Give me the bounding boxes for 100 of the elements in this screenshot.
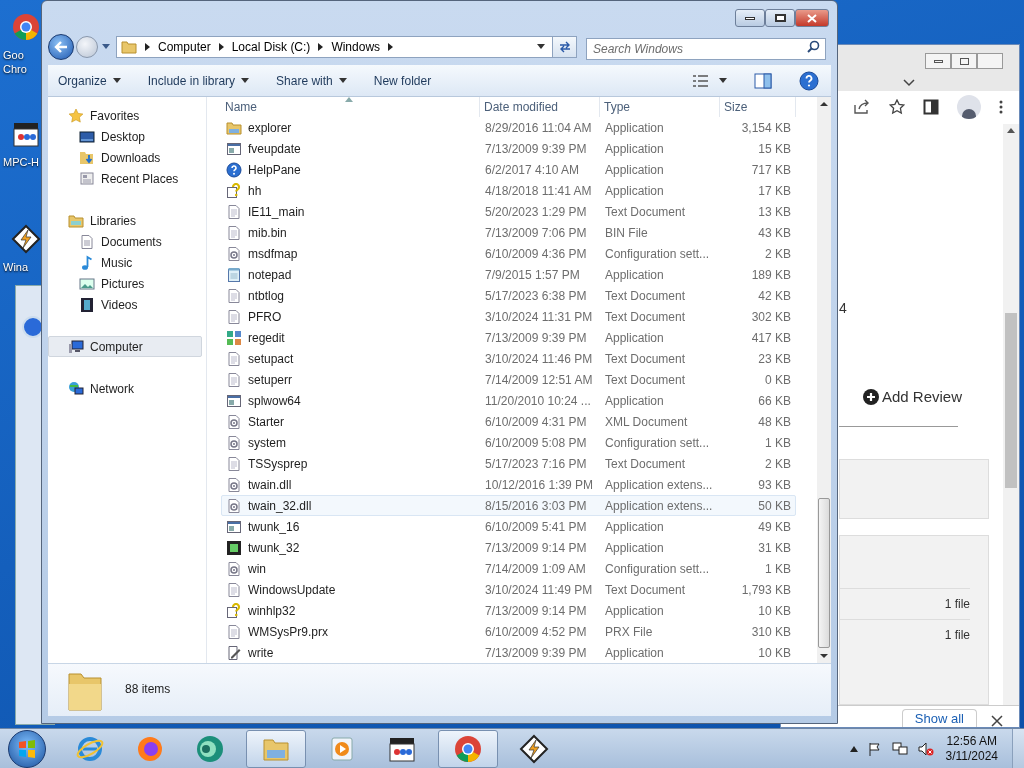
date-modified: 5/17/2023 6:38 PM xyxy=(484,287,588,305)
nav-item[interactable]: Music xyxy=(48,252,202,273)
file-row[interactable]: WindowsUpdate 3/10/2024 11:49 PM Text Document 1,793 KB xyxy=(221,579,796,600)
nav-item[interactable]: Desktop xyxy=(48,126,202,147)
back-button[interactable] xyxy=(48,34,74,60)
file-type: Application xyxy=(604,266,665,284)
file-row[interactable]: TSSysprep 5/17/2023 7:16 PM Text Document 2 KB xyxy=(221,453,796,474)
side-panel-icon[interactable] xyxy=(923,99,939,116)
help-icon xyxy=(226,161,242,178)
file-row[interactable]: PFRO 3/10/2024 11:31 PM Text Document 302 KB xyxy=(221,306,796,327)
column-header[interactable]: Type xyxy=(600,97,720,117)
profile-avatar[interactable] xyxy=(957,95,981,120)
file-row[interactable]: twain.dll 10/12/2016 1:39 PM Application extens... 93 KB xyxy=(221,474,796,495)
nav-item[interactable]: Computer xyxy=(48,336,202,357)
file-row[interactable]: splwow64 11/20/2010 10:24 ... Application 66 KB xyxy=(221,390,796,411)
nav-item[interactable]: Downloads xyxy=(48,147,202,168)
nav-item[interactable]: Favorites xyxy=(48,105,202,126)
file-row[interactable]: hh 4/18/2018 11:41 AM Application 17 KB xyxy=(221,180,796,201)
breadcrumb[interactable]: Windows xyxy=(331,38,381,56)
file-row[interactable]: Starter 6/10/2009 4:31 PM XML Document 48 KB xyxy=(221,411,796,432)
file-row[interactable]: twunk_32 7/13/2009 9:14 PM Application 31 KB xyxy=(221,537,796,558)
toolbar-button[interactable]: New folder xyxy=(373,71,432,90)
file-count: 1 file xyxy=(944,596,970,614)
chrome-icon xyxy=(10,12,41,42)
file-row[interactable]: win 7/14/2009 1:09 AM Configuration sett... 1 KB xyxy=(221,558,796,579)
nav-item[interactable]: Videos xyxy=(48,294,202,315)
file-row[interactable]: system 6/10/2009 5:08 PM Configuration sett... 1 KB xyxy=(221,432,796,453)
network-icon[interactable] xyxy=(891,741,908,756)
lightning-icon xyxy=(519,733,549,764)
share-icon[interactable] xyxy=(853,99,871,116)
column-header[interactable]: Date modified xyxy=(480,97,600,117)
refresh-button[interactable] xyxy=(553,36,577,58)
show-all-button[interactable]: Show all xyxy=(901,709,977,727)
toolbar-button[interactable]: Organize xyxy=(58,71,121,90)
view-list-icon[interactable] xyxy=(692,73,710,88)
nav-item[interactable]: Pictures xyxy=(48,273,202,294)
flag-icon[interactable] xyxy=(867,741,882,756)
volume-muted-icon[interactable] xyxy=(917,741,934,756)
chevron-right-icon[interactable] xyxy=(218,43,224,51)
file-row[interactable]: fveupdate 7/13/2009 9:39 PM Application 15 KB xyxy=(221,138,796,159)
file-row[interactable]: setuperr 7/14/2009 12:51 AM Text Document 0 KB xyxy=(221,369,796,390)
chevron-down-icon[interactable] xyxy=(903,79,915,87)
help-icon[interactable] xyxy=(799,70,819,91)
toolbar-button[interactable]: Include in library xyxy=(147,71,250,90)
file-size: 3,154 KB xyxy=(740,119,791,137)
toolbar-button[interactable]: Share with xyxy=(276,71,347,90)
file-row[interactable]: ntbtlog 5/17/2023 6:38 PM Text Document 42 KB xyxy=(221,285,796,306)
nav-item[interactable]: Documents xyxy=(48,231,202,252)
minimize-icon[interactable] xyxy=(925,53,951,69)
star-icon xyxy=(68,107,84,124)
pictures-icon xyxy=(79,275,95,292)
settings-file-icon xyxy=(226,497,242,514)
nav-item[interactable]: Libraries xyxy=(48,210,202,231)
menu-icon[interactable] xyxy=(999,100,1003,115)
caret-icon[interactable] xyxy=(536,44,546,50)
show-desktop-button[interactable] xyxy=(1012,728,1024,768)
file-row[interactable]: winhlp32 7/13/2009 9:14 PM Application 10 KB xyxy=(221,600,796,621)
file-row[interactable]: explorer 8/29/2016 11:04 AM Application 3,154 KB xyxy=(221,117,796,138)
file-name: notepad xyxy=(248,266,292,284)
chevron-right-icon[interactable] xyxy=(388,43,394,51)
file-name: IE11_main xyxy=(248,203,305,221)
file-row[interactable]: WMSysPr9.prx 6/10/2009 4:52 PM PRX File 310 KB xyxy=(221,621,796,642)
file-row[interactable]: HelpPane 6/2/2017 4:10 AM Application 717 KB xyxy=(221,159,796,180)
search-field[interactable]: Search Windows xyxy=(586,38,826,60)
minimize-button[interactable] xyxy=(735,9,765,27)
add-review-link[interactable]: Add Review xyxy=(882,385,963,409)
restore-icon[interactable] xyxy=(951,53,977,69)
file-row[interactable]: write 7/13/2009 9:39 PM Application 10 KB xyxy=(221,642,796,663)
file-name: msdfmap xyxy=(248,245,298,263)
notepad-icon xyxy=(226,266,242,283)
file-row[interactable]: IE11_main 5/20/2023 1:29 PM Text Document 13 KB xyxy=(221,201,796,222)
chevron-right-icon[interactable] xyxy=(145,43,150,51)
show-hidden-icons-icon[interactable] xyxy=(849,745,858,752)
file-type: Application xyxy=(604,161,665,179)
clock[interactable]: 12:56 AM 3/11/2024 xyxy=(945,733,998,764)
file-row[interactable]: setupact 3/10/2024 11:46 PM Text Document 23 KB xyxy=(221,348,796,369)
file-row[interactable]: twain_32.dll 8/15/2016 3:03 PM Application extens... 50 KB xyxy=(221,495,796,516)
close-button[interactable] xyxy=(795,9,829,27)
file-row[interactable]: regedit 7/13/2009 9:39 PM Application 417 KB xyxy=(221,327,796,348)
breadcrumb[interactable]: Computer xyxy=(158,38,211,56)
file-row[interactable]: notepad 7/9/2015 1:57 PM Application 189 KB xyxy=(221,264,796,285)
nav-item[interactable]: Network xyxy=(48,378,202,399)
preview-pane-icon[interactable] xyxy=(754,72,772,89)
chevron-right-icon[interactable] xyxy=(318,43,324,51)
file-type: Text Document xyxy=(604,371,687,389)
date-modified: 8/15/2016 3:03 PM xyxy=(484,497,588,515)
star-icon[interactable] xyxy=(889,99,905,116)
file-row[interactable]: msdfmap 6/10/2009 4:36 PM Configuration sett... 2 KB xyxy=(221,243,796,264)
address-bar[interactable]: Computer Local Disk (C:) Windows xyxy=(116,36,553,58)
column-header[interactable]: Size xyxy=(720,97,796,117)
nav-item[interactable]: Recent Places xyxy=(48,168,202,189)
column-header[interactable]: Name xyxy=(221,97,480,117)
window-icon xyxy=(226,518,242,535)
start-button[interactable] xyxy=(8,729,46,768)
file-row[interactable]: twunk_16 6/10/2009 5:41 PM Application 49 KB xyxy=(221,516,796,537)
breadcrumb[interactable]: Local Disk (C:) xyxy=(231,38,311,56)
file-row[interactable]: mib.bin 7/13/2009 7:06 PM BIN File 43 KB xyxy=(221,222,796,243)
windows-logo-icon xyxy=(17,738,37,759)
maximize-button[interactable] xyxy=(765,9,795,27)
music-note-icon xyxy=(79,254,95,271)
